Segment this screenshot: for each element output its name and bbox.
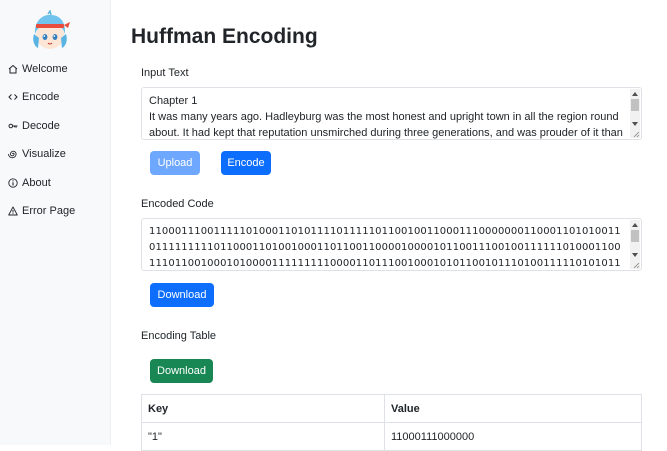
key-icon [8, 121, 18, 131]
page-title: Huffman Encoding [131, 25, 318, 48]
sidebar-item-encode[interactable]: Encode [8, 87, 59, 107]
input-text-area[interactable]: Chapter 1 It was many years ago. Hadleyb… [141, 87, 642, 140]
sidebar-item-label: Encode [22, 91, 60, 103]
table-header-row: Key Value [141, 394, 642, 423]
scroll-thumb[interactable] [631, 99, 639, 111]
sidebar-item-error-page[interactable]: Error Page [8, 201, 75, 221]
encoded-code-content: 1100011100111110100011010111101111101100… [149, 226, 621, 269]
encoded-code-area[interactable]: 1100011100111110100011010111101111101100… [141, 218, 642, 271]
column-header-value: Value [384, 394, 642, 423]
sidebar-item-about[interactable]: About [8, 173, 51, 193]
download-table-button[interactable]: Download [150, 359, 213, 383]
code-icon [8, 92, 18, 102]
input-text-content: Chapter 1 It was many years ago. Hadleyb… [149, 95, 623, 139]
sidebar-item-visualize[interactable]: Visualize [8, 144, 66, 164]
resize-grip-icon[interactable] [632, 261, 640, 269]
sidebar-item-label: Visualize [22, 148, 66, 160]
sidebar-item-label: About [22, 177, 51, 189]
scroll-up-icon[interactable] [632, 92, 638, 96]
sidebar-item-label: Decode [22, 120, 60, 132]
download-code-button[interactable]: Download [150, 283, 214, 307]
table-row: "1" 11000111000000 [141, 422, 642, 451]
input-text-label: Input Text [141, 67, 189, 79]
table-cell-value: 11000111000000 [384, 422, 642, 451]
sidebar: Welcome Encode Decode Visualize About Er… [0, 0, 111, 445]
encoded-code-label: Encoded Code [141, 198, 214, 210]
info-icon [8, 178, 18, 188]
sidebar-item-label: Error Page [22, 205, 76, 217]
upload-button[interactable]: Upload [150, 151, 200, 175]
table-cell-key: "1" [141, 422, 385, 451]
spiral-icon [8, 149, 18, 159]
scroll-down-icon[interactable] [632, 253, 638, 257]
warning-icon [8, 206, 18, 216]
encoding-table-label: Encoding Table [141, 330, 217, 342]
sidebar-item-label: Welcome [22, 63, 68, 75]
anime-avatar-logo [28, 9, 72, 54]
resize-grip-icon[interactable] [632, 130, 640, 138]
scroll-up-icon[interactable] [632, 223, 638, 227]
scroll-thumb[interactable] [631, 230, 639, 242]
home-icon [8, 64, 18, 74]
encoding-table: Key Value "1" 11000111000000 [141, 394, 642, 451]
sidebar-item-decode[interactable]: Decode [8, 116, 60, 136]
scroll-down-icon[interactable] [632, 122, 638, 126]
encode-button[interactable]: Encode [221, 151, 271, 175]
sidebar-item-welcome[interactable]: Welcome [8, 59, 68, 79]
column-header-key: Key [141, 394, 385, 423]
